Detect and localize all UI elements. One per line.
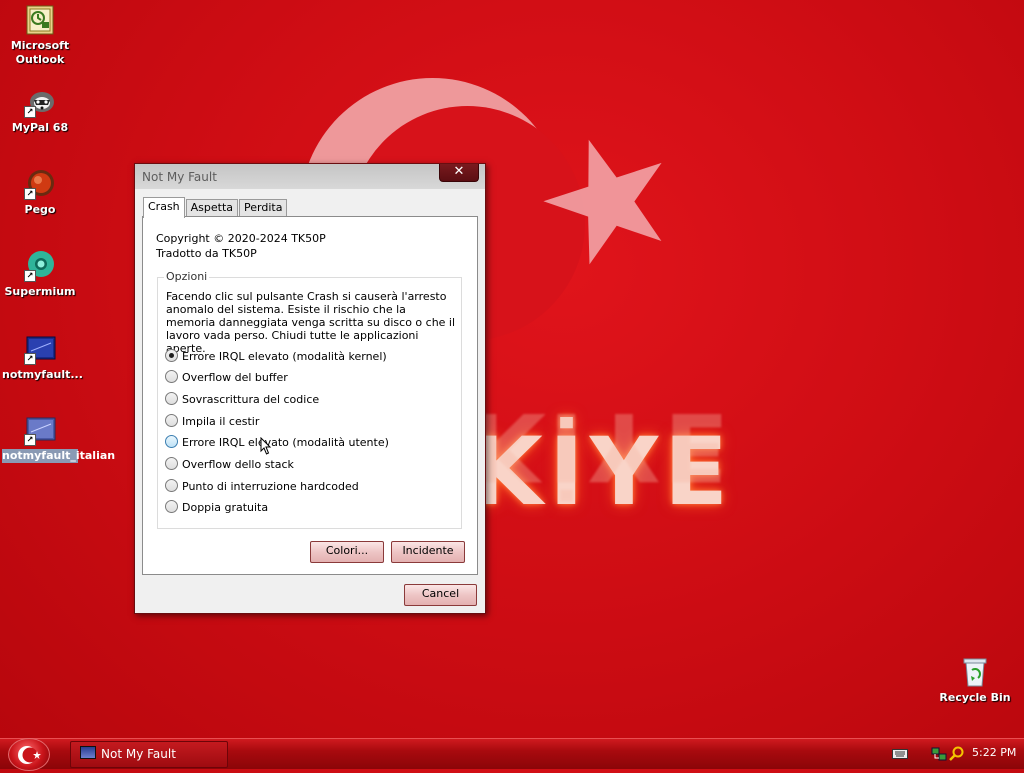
wallpaper-text-reflection: KİYE: [470, 391, 735, 500]
option-stack-overflow[interactable]: Overflow dello stack: [165, 457, 294, 473]
radio-button[interactable]: [165, 435, 178, 448]
outlook-icon: [24, 4, 56, 36]
network-icon[interactable]: [931, 746, 947, 762]
start-button[interactable]: [8, 738, 50, 771]
dialog-titlebar[interactable]: Not My Fault ✕: [135, 164, 485, 189]
translator-text: Tradotto da TK50P: [156, 247, 257, 260]
recycle-bin-icon: [959, 656, 991, 688]
option-label: Impila il cestir: [182, 415, 260, 428]
start-crescent-icon: [18, 746, 41, 764]
option-stack-trash[interactable]: Impila il cestir: [165, 414, 259, 430]
desktop-icon-label: notmyfault...: [2, 368, 83, 381]
close-button[interactable]: ✕: [439, 164, 479, 182]
tab-perdita[interactable]: Perdita: [239, 199, 288, 217]
desktop-icon-notmyfault[interactable]: ↗ notmyfault...: [2, 333, 83, 382]
crash-tab-panel: Copyright © 2020-2024 TK50P Tradotto da …: [142, 216, 478, 575]
radio-button[interactable]: [165, 349, 178, 362]
option-label: Overflow dello stack: [182, 458, 294, 471]
option-buffer-overflow[interactable]: Overflow del buffer: [165, 370, 288, 386]
shortcut-arrow-icon: ↗: [24, 270, 36, 282]
desktop-icon-notmyfault-italian[interactable]: ↗ notmyfault_italian: [2, 414, 116, 463]
option-kernel-irql[interactable]: Errore IRQL elevato (modalità kernel): [165, 349, 387, 365]
radio-button[interactable]: [165, 414, 178, 427]
options-groupbox: Opzioni Facendo clic sul pulsante Crash …: [157, 270, 462, 529]
supermium-icon: ↗: [24, 250, 56, 282]
keyboard-icon[interactable]: [892, 748, 908, 760]
option-hardcoded-breakpoint[interactable]: Punto di interruzione hardcoded: [165, 479, 359, 495]
desktop-icon-label: Microsoft Outlook: [10, 39, 70, 66]
colors-button[interactable]: Colori...: [310, 541, 384, 563]
notmyfault-dialog: Not My Fault ✕ Crash Aspetta Perdita Cop…: [134, 163, 486, 614]
notmyfault-icon: [80, 746, 96, 759]
notmyfault-icon: ↗: [24, 414, 56, 446]
desktop-icon-mypal[interactable]: ↗ MyPal 68: [2, 86, 78, 135]
mypal-icon: ↗: [24, 86, 56, 118]
mouse-cursor-icon: [260, 437, 272, 455]
radio-button[interactable]: [165, 392, 178, 405]
taskbar-button-label: Not My Fault: [101, 747, 176, 761]
option-user-irql[interactable]: Errore IRQL elevato (modalità utente): [165, 435, 389, 451]
close-icon: ✕: [453, 164, 465, 179]
option-double-free[interactable]: Doppia gratuita: [165, 500, 268, 516]
option-label: Errore IRQL elevato (modalità utente): [182, 436, 389, 449]
radio-button[interactable]: [165, 500, 178, 513]
search-icon[interactable]: [949, 746, 965, 762]
cancel-button[interactable]: Cancel: [404, 584, 477, 606]
tab-aspetta[interactable]: Aspetta: [185, 199, 239, 217]
radio-button[interactable]: [165, 457, 178, 470]
shortcut-arrow-icon: ↗: [24, 188, 36, 200]
dialog-title: Not My Fault: [142, 170, 217, 184]
copyright-block: Copyright © 2020-2024 TK50P Tradotto da …: [156, 231, 326, 261]
desktop-icon-supermium[interactable]: ↗ Supermium: [2, 250, 78, 299]
desktop-icon-label: MyPal 68: [11, 121, 69, 134]
taskbar-button-notmyfault[interactable]: Not My Fault: [70, 741, 228, 768]
wallpaper-star: [543, 139, 662, 265]
desktop-icon-pego[interactable]: ↗ Pego: [2, 168, 78, 217]
pego-icon: ↗: [24, 168, 56, 200]
notmyfault-icon: ↗: [24, 333, 56, 365]
option-label: Errore IRQL elevato (modalità kernel): [182, 350, 387, 363]
option-label: Doppia gratuita: [182, 501, 269, 514]
shortcut-arrow-icon: ↗: [24, 353, 36, 365]
copyright-text: Copyright © 2020-2024 TK50P: [156, 232, 326, 245]
radio-button[interactable]: [165, 479, 178, 492]
options-group-title: Opzioni: [164, 270, 210, 283]
tab-crash[interactable]: Crash: [143, 197, 185, 218]
tab-strip: Crash Aspetta Perdita: [143, 197, 288, 218]
option-label: Punto di interruzione hardcoded: [182, 480, 359, 493]
desktop-icon-outlook[interactable]: Microsoft Outlook: [2, 4, 78, 67]
taskbar-clock[interactable]: 5:22 PM: [972, 738, 1016, 768]
desktop-icon-label: notmyfault_italian: [2, 449, 116, 463]
taskbar: Not My Fault: [0, 738, 1024, 771]
desktop-icon-label: Pego: [24, 203, 56, 216]
crash-warning-text: Facendo clic sul pulsante Crash si cause…: [166, 290, 456, 355]
desktop-icon-label: Supermium: [4, 285, 76, 298]
radio-button[interactable]: [165, 370, 178, 383]
shortcut-arrow-icon: ↗: [24, 106, 36, 118]
desktop-icon-recycle-bin[interactable]: Recycle Bin: [937, 656, 1013, 705]
desktop-icon-label: Recycle Bin: [939, 691, 1011, 704]
crash-button[interactable]: Incidente: [391, 541, 465, 563]
option-label: Overflow del buffer: [182, 371, 288, 384]
option-label: Sovrascrittura del codice: [182, 393, 320, 406]
shortcut-arrow-icon: ↗: [24, 434, 36, 446]
option-code-overwrite[interactable]: Sovrascrittura del codice: [165, 392, 319, 408]
